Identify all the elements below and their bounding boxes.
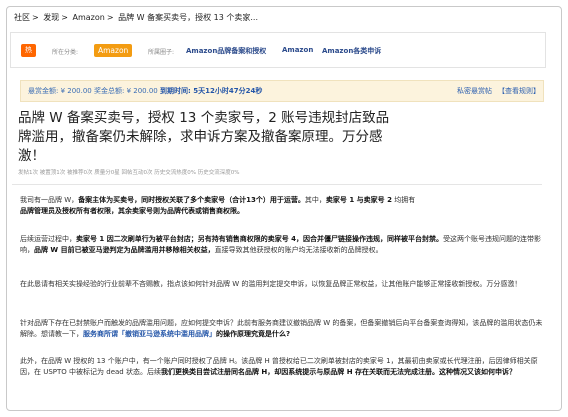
hot-badge: 热	[21, 44, 36, 57]
breadcrumb-amazon[interactable]: Amazon	[73, 13, 105, 22]
post-title: 品牌 W 备案买卖号，授权 13 个卖家号，2 账号违规封店致品牌滥用，撤备案仍…	[18, 110, 390, 164]
bounty-total: 奖金总额: ¥ 200.00	[94, 87, 158, 95]
category-tag-amazon[interactable]: Amazon	[94, 44, 133, 57]
paragraph-5: 此外，在品牌 W 授权的 13 个账户中，有一个账户同时授权了品牌 H。该品牌 …	[20, 357, 538, 376]
breadcrumb-discover[interactable]: 发现	[43, 13, 59, 22]
bounty-deadline: 到期时间: 5天12小时47分24秒	[160, 87, 263, 95]
circle-label: 所属圈子:	[148, 49, 175, 56]
post-stats: 发帖1次 被置顶1次 被推荐0次 质量分0星 回帖互动0次 历史交流热度0% 历…	[18, 170, 240, 176]
view-rules-link[interactable]: 【查看规则】	[498, 87, 540, 95]
divider	[12, 184, 542, 185]
paragraph-3: 在此恳请有相关实操经验的行业前辈不吝赐教，指点该如何针对品牌 W 的滥用判定提交…	[20, 280, 522, 288]
breadcrumb-community[interactable]: 社区	[14, 13, 30, 22]
paragraph-2: 后续运营过程中，卖家号 1 因二次刷单行为被平台封店；另有持有销售商权限的卖家号…	[20, 235, 542, 254]
paragraph-1: 我司有一品牌 W，备案主体为买卖号，同时授权关联了多个卖家号（合计13个）用于运…	[20, 196, 416, 215]
breadcrumb: 社区 > 发现 > Amazon > 品牌 W 备案买卖号，授权 13 个卖家...	[14, 13, 258, 22]
circle-link-amazon[interactable]: Amazon	[282, 46, 313, 54]
breadcrumb-current: 品牌 W 备案买卖号，授权 13 个卖家...	[118, 13, 258, 22]
bounty-right: 私密悬赏帖 【查看规则】	[457, 86, 540, 96]
circle-link-appeals[interactable]: Amazon各类申诉	[322, 46, 381, 56]
tags-bar	[10, 32, 546, 68]
bounty-amount: 悬赏金额: ¥ 200.00	[28, 87, 92, 95]
bounty-info: 悬赏金额: ¥ 200.00 奖金总额: ¥ 200.00 到期时间: 5天12…	[28, 86, 262, 96]
category-label: 所在分类:	[52, 49, 79, 56]
private-bounty-link[interactable]: 私密悬赏帖	[457, 87, 492, 95]
circle-link-brand-registry[interactable]: Amazon品牌备案和授权	[186, 46, 266, 56]
paragraph-4: 针对品牌下存在已封禁账户而触发的品牌滥用问题，应如何提交申诉？此前有服务商建议撤…	[20, 319, 543, 338]
